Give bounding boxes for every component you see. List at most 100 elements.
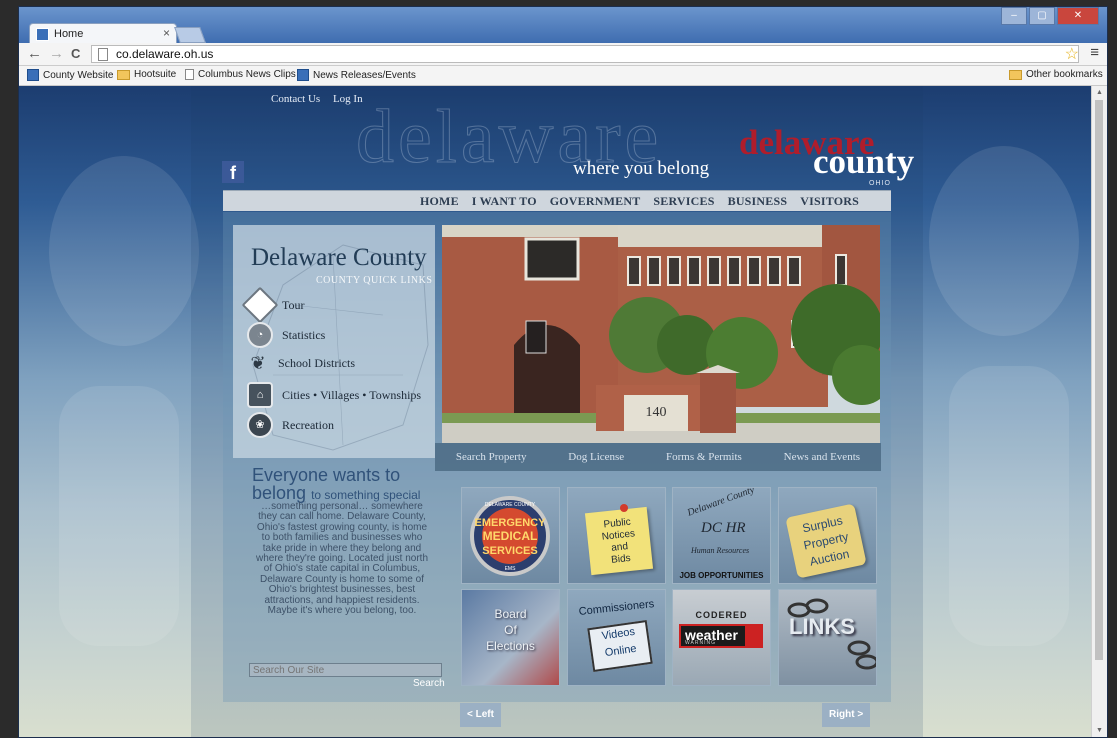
quick-link-recreation[interactable]: ❀ Recreation xyxy=(247,412,334,438)
sticky-note-icon: Public Notices and Bids xyxy=(584,506,654,576)
quick-link-label: School Districts xyxy=(278,355,355,370)
facebook-icon[interactable]: f xyxy=(222,161,244,183)
url-text: co.delaware.oh.us xyxy=(116,47,214,61)
recreation-icon: ❀ xyxy=(247,412,273,438)
tile-codered-weather[interactable]: CODERED weather WARNING xyxy=(672,589,771,686)
ems-line: MEDICAL xyxy=(483,529,538,543)
nav-government[interactable]: GOVERNMENT xyxy=(550,194,641,209)
pager-right-button[interactable]: Right > xyxy=(822,703,871,727)
background-player-silhouette xyxy=(59,386,179,646)
dog-license-link[interactable]: Dog License xyxy=(568,451,624,463)
tagline: where you belong xyxy=(573,158,710,179)
search-property-link[interactable]: Search Property xyxy=(456,451,527,463)
site-search-button[interactable]: Search xyxy=(413,678,445,689)
scroll-up-icon[interactable]: ▲ xyxy=(1096,89,1103,96)
job-opportunities-caption: JOB OPPORTUNITIES xyxy=(679,571,764,580)
quick-link-statistics[interactable]: ◔ Statistics xyxy=(247,322,325,348)
reload-button[interactable]: C xyxy=(71,46,80,61)
intro-belong: belong xyxy=(252,483,307,503)
background-player-silhouette xyxy=(49,156,199,346)
news-events-link[interactable]: News and Events xyxy=(784,451,860,463)
vertical-scrollbar[interactable]: ▲ ▼ xyxy=(1091,86,1107,737)
quick-link-school-districts[interactable]: ❦ School Districts xyxy=(247,352,355,374)
quick-link-tour[interactable]: Tour xyxy=(241,286,305,324)
quick-link-label: Cities • Villages • Townships xyxy=(282,387,422,402)
nav-home[interactable]: HOME xyxy=(420,194,459,209)
site-container: Contact Us Log In delaware where you bel… xyxy=(191,86,923,737)
maximize-button[interactable]: ▢ xyxy=(1029,7,1055,25)
quick-link-label: Recreation xyxy=(282,417,334,432)
other-bookmarks[interactable]: Other bookmarks xyxy=(1009,69,1103,80)
hr-monogram: DC HR xyxy=(701,520,746,536)
tile-commissioners-videos[interactable]: Commissioners Videos Online xyxy=(567,589,666,686)
main-navigation: HOME I WANT TO GOVERNMENT SERVICES BUSIN… xyxy=(223,190,891,211)
nav-visitors[interactable]: VISITORS xyxy=(800,194,859,209)
tile-links[interactable]: LINKS xyxy=(778,589,877,686)
county-building-photo: 140 xyxy=(442,225,880,443)
other-bookmarks-label: Other bookmarks xyxy=(1026,69,1103,80)
bookmark-label: Columbus News Clips xyxy=(198,69,296,80)
bookmarks-bar: County Website Hootsuite Columbus News C… xyxy=(19,66,1107,86)
window-controls: – ▢ ✕ xyxy=(1001,7,1099,25)
forward-button[interactable]: → xyxy=(49,45,64,62)
bookmark-label: Hootsuite xyxy=(134,69,177,80)
bookmark-hootsuite[interactable]: Hootsuite xyxy=(117,69,176,80)
videos-line1: Commissioners xyxy=(578,598,655,618)
contact-us-link[interactable]: Contact Us xyxy=(271,93,320,105)
page-icon xyxy=(185,69,194,80)
bookmark-star-icon[interactable]: ☆ xyxy=(1065,44,1079,64)
close-window-button[interactable]: ✕ xyxy=(1057,7,1099,25)
codered-label: CODERED xyxy=(695,610,748,620)
tab-strip: Home × – ▢ ✕ xyxy=(19,7,1107,44)
page-icon xyxy=(98,48,108,61)
ems-ring-bottom: EMS xyxy=(505,566,517,572)
hr-arc-text-2: Human Resources xyxy=(691,546,750,555)
new-tab-button[interactable] xyxy=(174,27,206,43)
forms-permits-link[interactable]: Forms & Permits xyxy=(666,451,742,463)
tile-public-notices[interactable]: Public Notices and Bids xyxy=(567,487,666,584)
minimize-button[interactable]: – xyxy=(1001,7,1027,25)
elections-label: Board Of Elections xyxy=(462,606,559,654)
browser-window: Home × – ▢ ✕ ← → C co.delaware.oh.us ☆ ≡… xyxy=(18,6,1108,738)
browser-toolbar: ← → C co.delaware.oh.us ☆ ≡ xyxy=(19,43,1107,66)
bookmark-columbus-news-clips[interactable]: Columbus News Clips xyxy=(185,69,296,80)
scrollbar-thumb[interactable] xyxy=(1095,100,1103,660)
school-districts-icon: ❦ xyxy=(250,353,266,373)
price-tag-icon: Surplus Property Auction xyxy=(785,503,867,579)
intro-body: …something personal… somewhere they can … xyxy=(255,501,429,617)
cities-icon: ⌂ xyxy=(247,382,273,408)
ems-ring-top: DELAWARE COUNTY xyxy=(485,502,536,508)
ems-line: EMERGENCY xyxy=(475,517,547,529)
nav-services[interactable]: SERVICES xyxy=(653,194,714,209)
elections-line: Of xyxy=(504,623,517,637)
tab-close-icon[interactable]: × xyxy=(163,26,170,40)
tile-board-of-elections[interactable]: Board Of Elections xyxy=(461,589,560,686)
site-favicon-icon xyxy=(36,28,49,41)
page-viewport: Contact Us Log In delaware where you bel… xyxy=(19,86,1092,737)
nav-i-want-to[interactable]: I WANT TO xyxy=(472,194,537,209)
site-search-input[interactable] xyxy=(249,663,442,677)
nav-business[interactable]: BUSINESS xyxy=(728,194,788,209)
pager-left-button[interactable]: < Left xyxy=(460,703,501,727)
bookmark-county-website[interactable]: County Website xyxy=(27,69,113,81)
ems-line: SERVICES xyxy=(482,545,537,557)
site-icon xyxy=(27,69,39,81)
lightning-icon xyxy=(745,626,761,646)
browser-menu-icon[interactable]: ≡ xyxy=(1090,44,1099,61)
address-bar[interactable]: co.delaware.oh.us xyxy=(91,45,1079,63)
bookmark-news-releases[interactable]: News Releases/Events xyxy=(297,69,416,81)
pushpin-icon xyxy=(620,504,628,512)
bookmark-label: County Website xyxy=(43,69,114,81)
scroll-down-icon[interactable]: ▼ xyxy=(1096,727,1103,734)
tile-emergency-medical-services[interactable]: EMERGENCY MEDICAL SERVICES DELAWARE COUN… xyxy=(461,487,560,584)
folder-icon xyxy=(1009,69,1022,80)
tile-job-opportunities[interactable]: Delaware County DC HR Human Resources JO… xyxy=(672,487,771,584)
logo-county[interactable]: county xyxy=(813,142,914,182)
sign-number: 140 xyxy=(646,405,667,420)
back-button[interactable]: ← xyxy=(27,45,42,62)
featured-photo[interactable]: 140 xyxy=(442,225,880,443)
tile-surplus-auction[interactable]: Surplus Property Auction xyxy=(778,487,877,584)
browser-tab-home[interactable]: Home × xyxy=(29,23,177,44)
quick-links-subtitle: COUNTY QUICK LINKS xyxy=(316,275,433,286)
quick-link-cities[interactable]: ⌂ Cities • Villages • Townships xyxy=(247,382,421,408)
